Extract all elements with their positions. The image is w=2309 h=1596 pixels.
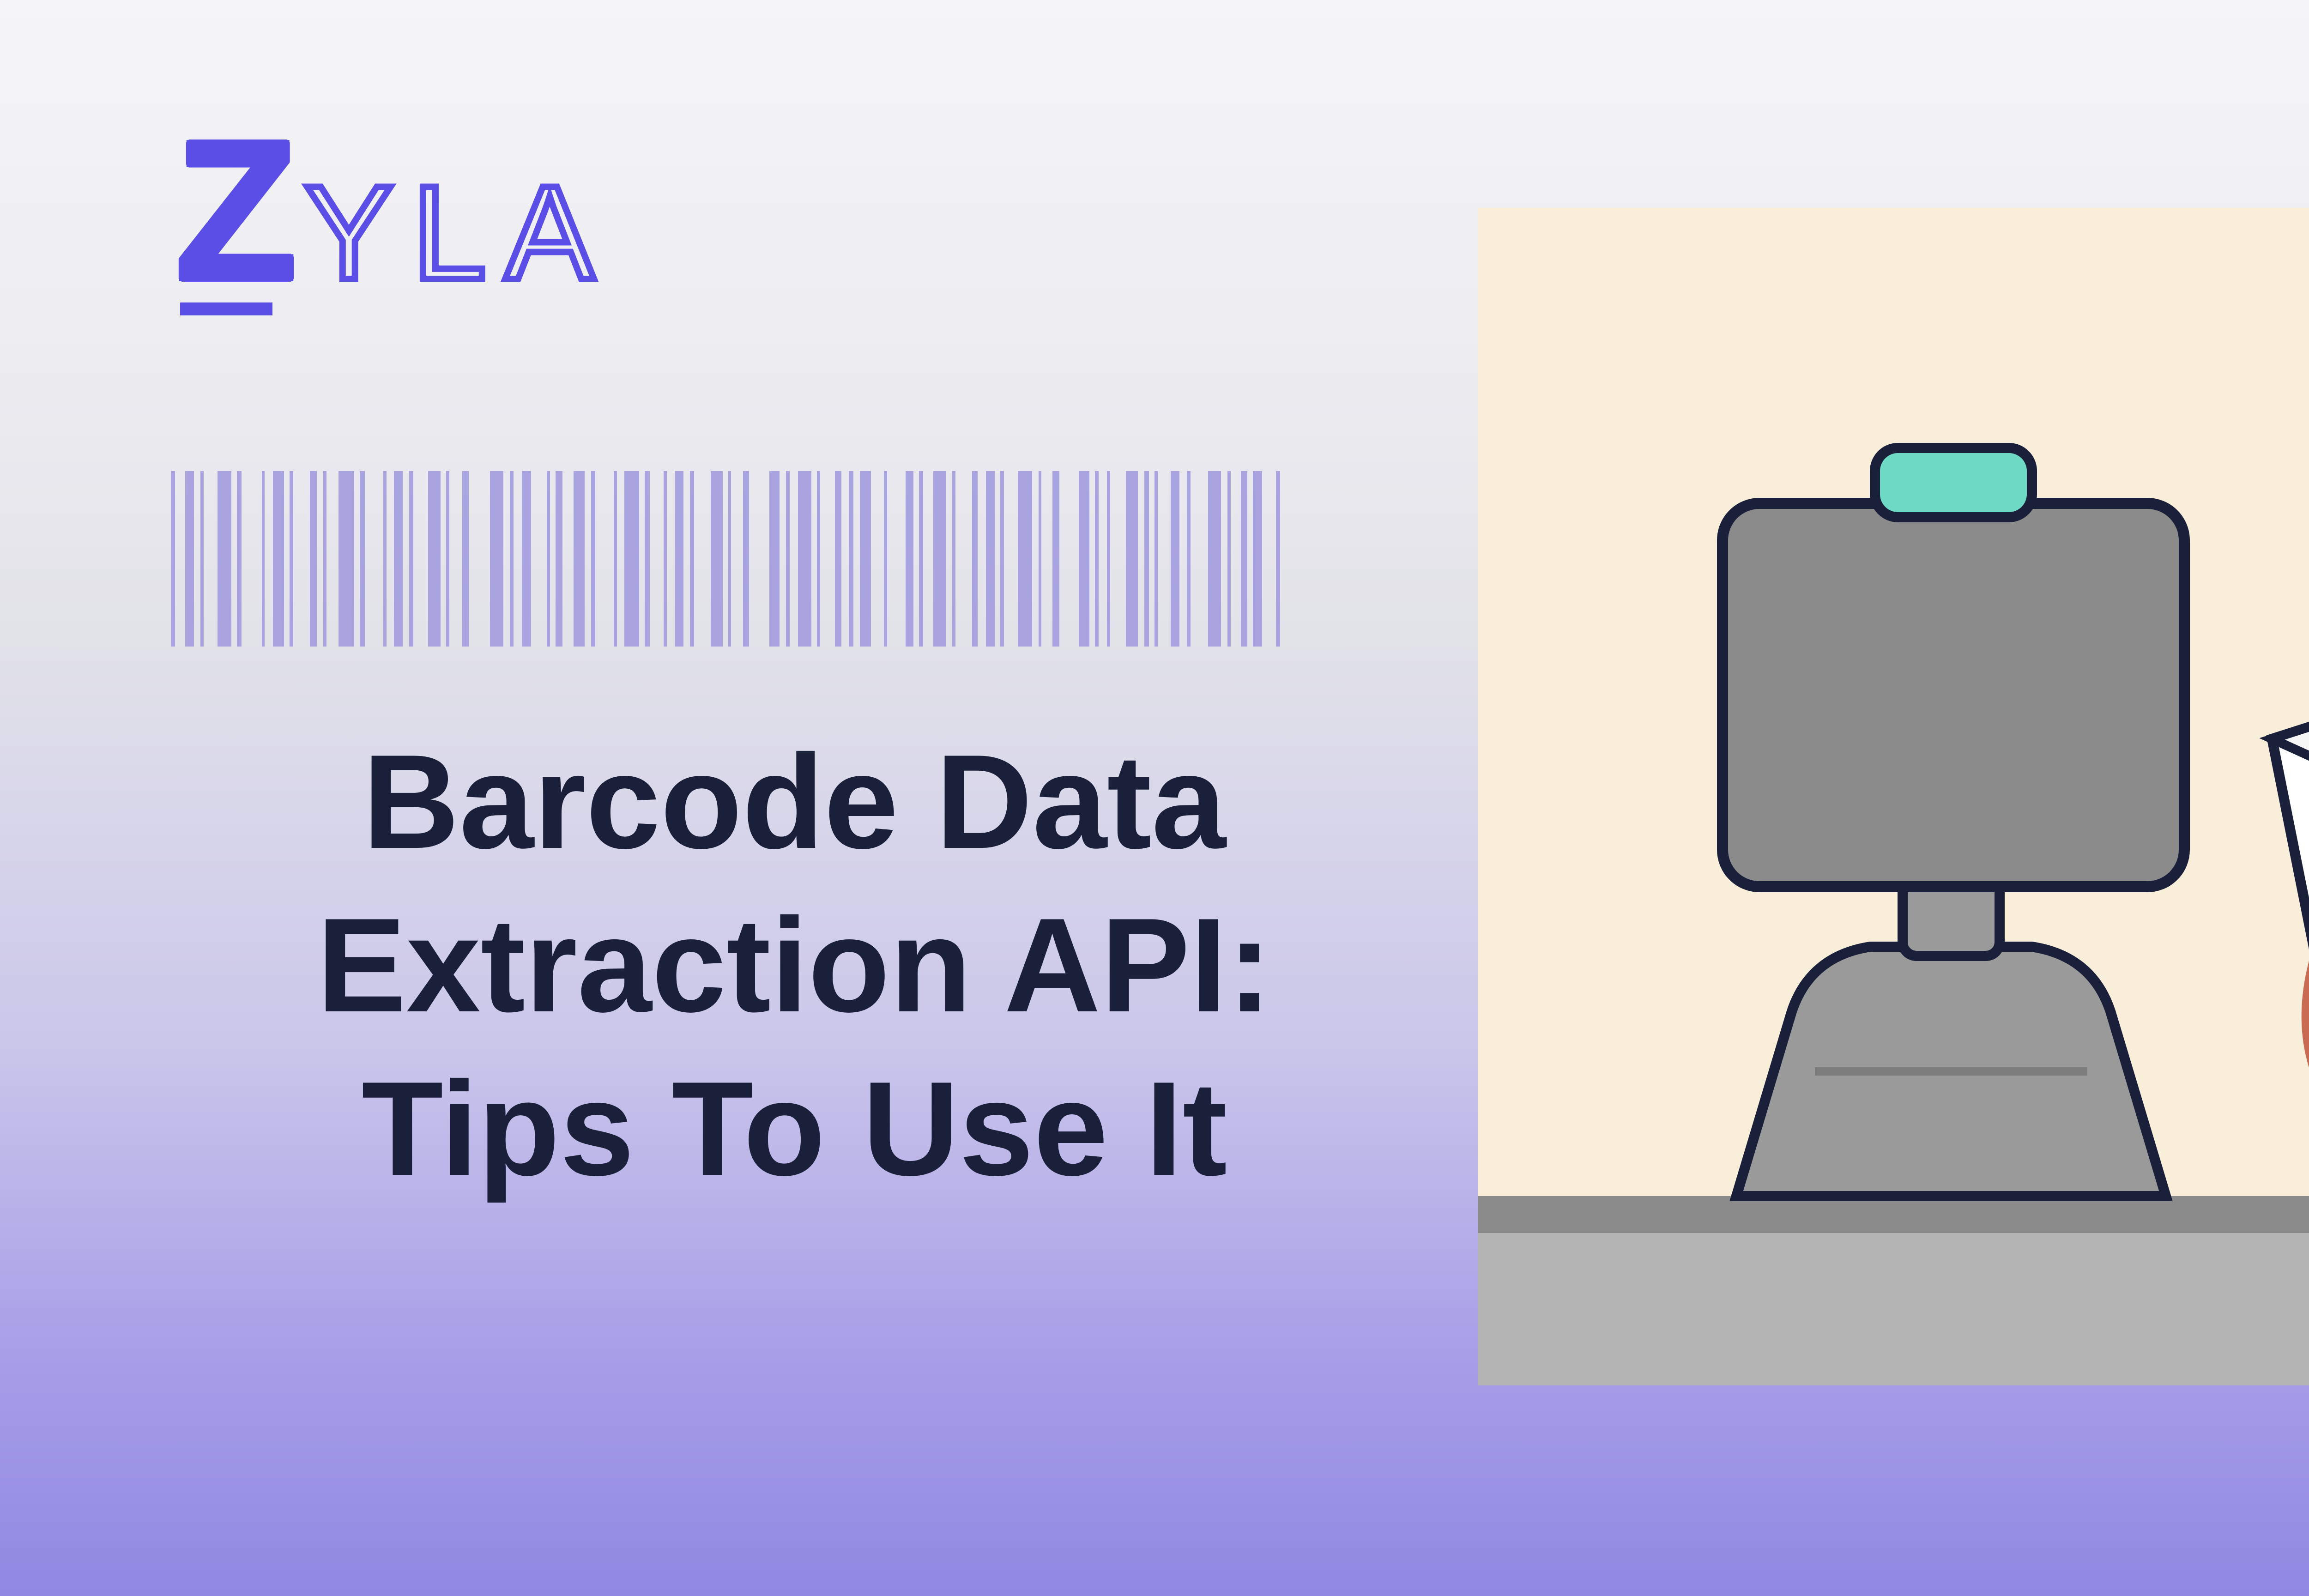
barcode-bar — [1171, 471, 1179, 647]
barcode-bar — [614, 471, 617, 647]
receipt-slot — [1875, 448, 2032, 517]
barcode-bar — [323, 471, 326, 647]
barcode-bar — [510, 471, 514, 647]
barcode-bar — [1227, 471, 1231, 647]
barcode-bar — [547, 471, 550, 647]
barcode-bar — [574, 471, 585, 647]
barcode-bar — [462, 471, 469, 647]
barcode-bar — [933, 471, 946, 647]
barcode-bar — [728, 471, 731, 647]
barcode-bar — [1154, 471, 1158, 647]
barcode-bar — [1144, 471, 1149, 647]
barcode-bar — [273, 471, 284, 647]
brand-logo: Z YLA — [175, 129, 613, 300]
barcode-bar — [1208, 471, 1221, 647]
barcode-bar — [743, 471, 749, 647]
barcode-bar — [786, 471, 790, 647]
barcode-bar — [906, 471, 914, 647]
barcode-bar — [290, 471, 294, 647]
headline-text: Barcode Data Extraction API: Tips To Use… — [171, 720, 1418, 1210]
barcode-bar — [591, 471, 595, 647]
barcode-bar — [394, 471, 403, 647]
barcode-bar — [645, 471, 650, 647]
barcode-bar — [1095, 471, 1099, 647]
barcode-bar — [1079, 471, 1089, 647]
barcode-bar — [200, 471, 204, 647]
barcode-bar — [1187, 471, 1191, 647]
barcode-bar — [835, 471, 842, 647]
barcode-bar — [171, 471, 175, 647]
barcode-bar — [1000, 471, 1004, 647]
barcode-decoration — [171, 471, 1288, 647]
barcode-bar — [1018, 471, 1032, 647]
barcode-bar — [338, 471, 354, 647]
monitor-back — [1723, 503, 2184, 887]
barcode-bar — [690, 471, 694, 647]
barcode-bar — [849, 471, 853, 647]
barcode-bar — [490, 471, 503, 647]
barcode-bar — [428, 471, 441, 647]
barcode-bar — [1107, 471, 1110, 647]
barcode-bar — [1241, 471, 1247, 647]
barcode-bar — [1253, 471, 1263, 647]
barcode-bar — [556, 471, 562, 647]
barcode-bar — [919, 471, 923, 647]
barcode-bar — [446, 471, 449, 647]
barcode-bar — [1276, 471, 1280, 647]
barcode-bar — [218, 471, 231, 647]
product-box — [2272, 697, 2309, 1155]
barcode-bar — [769, 471, 780, 647]
barcode-bar — [972, 471, 978, 647]
logo-letters-yla: YLA — [304, 166, 613, 300]
barcode-bar — [711, 471, 722, 647]
barcode-bar — [310, 471, 317, 647]
headline-line-3: Tips To Use It — [171, 1047, 1418, 1211]
barcode-bar — [383, 471, 387, 647]
barcode-bar — [664, 471, 667, 647]
barcode-bar — [1039, 471, 1042, 647]
headline-line-2: Extraction API: — [171, 884, 1418, 1047]
illustration-container — [1478, 208, 2309, 1385]
barcode-bar — [884, 471, 887, 647]
barcode-bar — [360, 471, 365, 647]
counter-top — [1478, 1196, 2309, 1233]
promo-banner: Z YLA Barcode Data Extraction API: Tips … — [0, 0, 2309, 1596]
counter-front — [1478, 1233, 2309, 1385]
cashier-illustration — [1478, 208, 2309, 1385]
barcode-bar — [409, 471, 413, 647]
barcode-bar — [1052, 471, 1059, 647]
barcode-bar — [522, 471, 532, 647]
barcode-bar — [675, 471, 684, 647]
barcode-bar — [986, 471, 995, 647]
barcode-bar — [185, 471, 194, 647]
barcode-bar — [860, 471, 870, 647]
logo-letter-z: Z — [175, 129, 291, 292]
barcode-bar — [798, 471, 811, 647]
barcode-bar — [952, 471, 955, 647]
headline-line-1: Barcode Data — [171, 720, 1418, 884]
barcode-bar — [262, 471, 265, 647]
barcode-bar — [817, 471, 820, 647]
barcode-bar — [624, 471, 639, 647]
barcode-bar — [1126, 471, 1137, 647]
barcode-bar — [237, 471, 242, 647]
